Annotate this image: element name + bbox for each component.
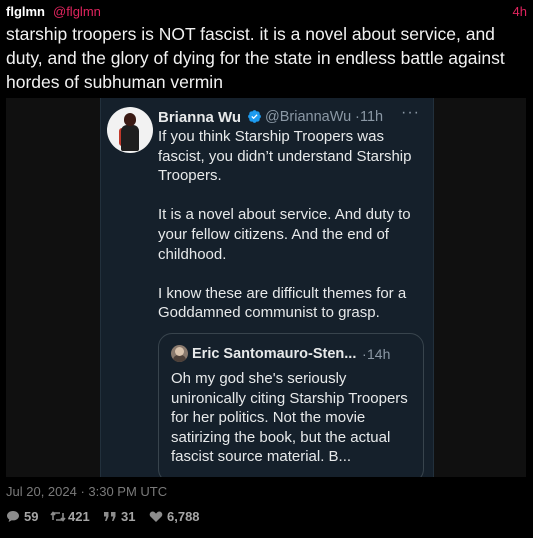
quoted-time[interactable]: 14h bbox=[367, 346, 390, 362]
comment-icon bbox=[7, 511, 19, 522]
tweet-paragraph: It is a novel about service. And duty to… bbox=[158, 206, 411, 263]
author-handle[interactable]: @flglmn bbox=[53, 4, 101, 19]
quoted-text: Oh my god she's seriously unironically c… bbox=[171, 370, 408, 466]
quoted-avatar[interactable] bbox=[171, 345, 188, 362]
post-date[interactable]: Jul 20, 2024 · 3:30 PM UTC bbox=[6, 484, 167, 499]
author-name[interactable]: flglmn bbox=[6, 4, 45, 19]
tweet-author-handle[interactable]: @BriannaWu bbox=[265, 109, 351, 125]
reposts-count: 421 bbox=[68, 509, 90, 524]
more-options-icon[interactable]: ··· bbox=[401, 104, 420, 122]
quoted-tweet[interactable]: Eric Santomauro-Sten... · 14h Oh my god … bbox=[158, 333, 424, 477]
replies-count: 59 bbox=[24, 509, 39, 524]
avatar-figure bbox=[119, 113, 141, 151]
quotes-count: 31 bbox=[121, 509, 136, 524]
tweet-paragraph: I know these are difficult themes for a … bbox=[158, 284, 407, 322]
embedded-tweet: Brianna Wu @BriannaWu · 11h ··· If you t… bbox=[100, 98, 434, 477]
retweet-icon bbox=[50, 511, 66, 522]
quoted-author-name[interactable]: Eric Santomauro-Sten... bbox=[192, 346, 356, 362]
verified-badge-icon bbox=[248, 110, 261, 123]
post-text: starship troopers is NOT fascist. it is … bbox=[6, 24, 505, 92]
likes-count: 6,788 bbox=[167, 509, 200, 524]
quote-icon bbox=[104, 512, 116, 521]
tweet-author-name[interactable]: Brianna Wu bbox=[158, 109, 241, 126]
post-header: flglmn @flglmn 4h bbox=[6, 4, 527, 20]
heart-icon bbox=[149, 511, 163, 522]
tweet-time[interactable]: 11h bbox=[360, 109, 383, 125]
separator-dot: · bbox=[362, 346, 367, 362]
tweet-paragraph: If you think Starship Troopers was fasci… bbox=[158, 128, 412, 185]
avatar[interactable] bbox=[107, 107, 153, 153]
post-time[interactable]: 4h bbox=[513, 4, 527, 19]
attached-image[interactable]: Brianna Wu @BriannaWu · 11h ··· If you t… bbox=[6, 98, 526, 477]
tweet-body: If you think Starship Troopers was fasci… bbox=[158, 127, 428, 323]
